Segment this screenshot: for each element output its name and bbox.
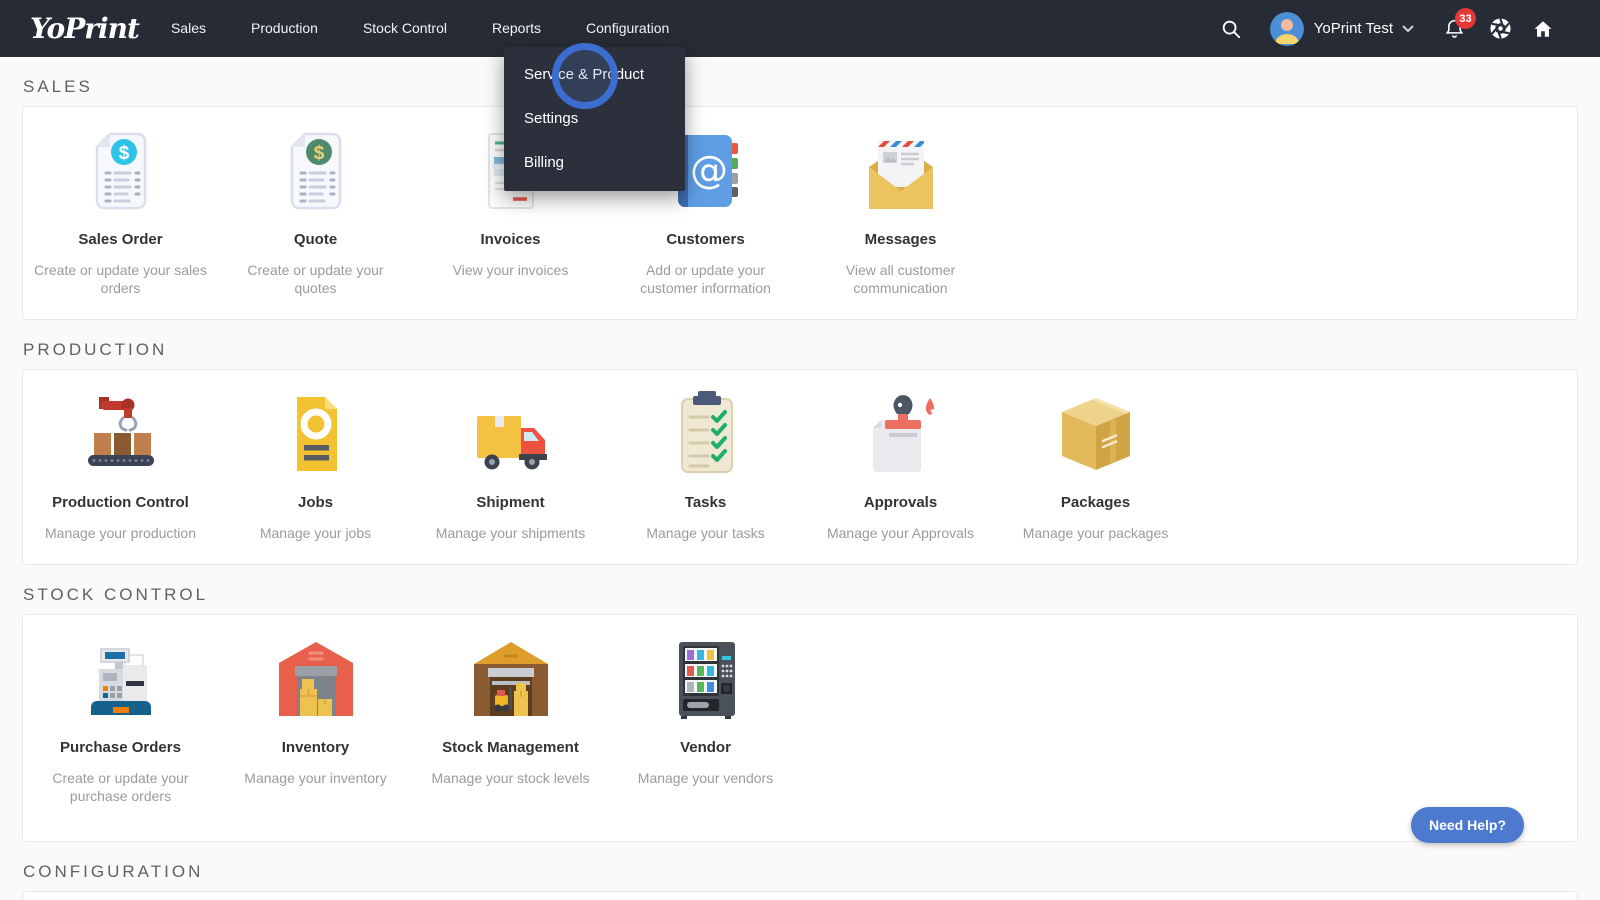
svg-text:$: $ [118, 143, 129, 164]
tile-messages[interactable]: Messages View all customer communication [803, 121, 998, 297]
tile-stock-management[interactable]: Stock Management Manage your stock level… [413, 629, 608, 805]
chevron-down-icon[interactable] [1402, 25, 1414, 33]
nav-right-group: YoPrint Test 33 [1220, 8, 1554, 46]
tile-desc: Manage your tasks [646, 525, 765, 541]
svg-text:$: $ [313, 143, 324, 164]
messages-icon [851, 121, 951, 221]
tile-title: Invoices [480, 231, 541, 248]
tile-jobs[interactable]: Jobs Manage your jobs [218, 384, 413, 542]
tile-purchase-orders[interactable]: Purchase Orders Create or update your pu… [23, 629, 218, 805]
tile-desc: Manage your vendors [637, 770, 774, 786]
tile-sales-order[interactable]: $ Sales Order Create or update your sale… [23, 121, 218, 297]
sales-card: $ Sales Order Create or update your sale… [22, 106, 1578, 320]
tile-shipment[interactable]: Shipment Manage your shipments [413, 384, 608, 542]
yoprint-logo[interactable]: YoPrint [30, 12, 140, 45]
tasks-icon [656, 384, 756, 484]
tile-desc: View your invoices [452, 262, 569, 278]
need-help-button[interactable]: Need Help? [1410, 807, 1524, 843]
tile-tasks[interactable]: Tasks Manage your tasks [608, 384, 803, 542]
tile-inventory[interactable]: Inventory Manage your inventory [218, 629, 413, 805]
sales-order-icon: $ [71, 121, 171, 221]
section-title-production: PRODUCTION [23, 340, 168, 359]
search-icon[interactable] [1220, 18, 1242, 40]
tile-title: Quote [293, 231, 338, 248]
user-name[interactable]: YoPrint Test [1314, 20, 1393, 37]
notification-badge: 33 [1455, 8, 1476, 29]
tile-title: Messages [864, 231, 937, 248]
tile-title: Production Control [52, 494, 189, 511]
configuration-dropdown: Service & Product Settings Billing [504, 47, 685, 191]
tile-title: Tasks [684, 494, 727, 511]
tile-packages[interactable]: Packages Manage your packages [998, 384, 1193, 542]
tile-title: Sales Order [78, 231, 163, 248]
tile-desc: Manage your stock levels [431, 770, 590, 786]
tile-desc: Manage your shipments [435, 525, 586, 541]
tile-title: Customers [666, 231, 745, 248]
tile-desc: Create or update your purchase orders [52, 770, 189, 804]
production-card: Production Control Manage your productio… [22, 369, 1578, 565]
aperture-icon[interactable] [1489, 17, 1512, 40]
tile-vendor[interactable]: Vendor Manage your vendors [608, 629, 803, 805]
tile-desc: Add or update your customer information [640, 262, 771, 296]
tile-approvals[interactable]: Approvals Manage your Approvals [803, 384, 998, 542]
stock-management-icon [461, 629, 561, 729]
dashboard: SALES $ Sales Order Create or update you… [0, 77, 1600, 900]
quote-icon: $ [266, 121, 366, 221]
shipment-icon [461, 384, 561, 484]
section-title-stock-control: STOCK CONTROL [23, 585, 209, 604]
approvals-icon [851, 384, 951, 484]
top-nav: YoPrint Sales Production Stock Control R… [0, 0, 1600, 57]
nav-item-stock-control[interactable]: Stock Control [363, 0, 447, 57]
packages-icon [1046, 384, 1146, 484]
tile-desc: Create or update your quotes [247, 262, 384, 296]
tile-title: Jobs [297, 494, 333, 511]
stock-control-card: Purchase Orders Create or update your pu… [22, 614, 1578, 842]
tile-title: Vendor [680, 739, 731, 756]
inventory-icon [266, 629, 366, 729]
menu-item-billing[interactable]: Billing [504, 141, 685, 185]
configuration-card [22, 891, 1578, 900]
home-icon[interactable] [1532, 18, 1554, 40]
tile-desc: Manage your jobs [259, 525, 372, 541]
jobs-icon [266, 384, 366, 484]
vendor-icon [656, 629, 756, 729]
nav-item-production[interactable]: Production [251, 0, 318, 57]
tile-title: Purchase Orders [60, 739, 181, 756]
tile-production-control[interactable]: Production Control Manage your productio… [23, 384, 218, 542]
tile-title: Packages [1060, 494, 1131, 511]
tile-desc: View all customer communication [845, 262, 956, 296]
tile-desc: Manage your production [45, 525, 196, 541]
tile-title: Inventory [281, 739, 350, 756]
tile-title: Shipment [476, 494, 545, 511]
purchase-orders-icon [71, 629, 171, 729]
section-title-sales: SALES [23, 77, 93, 96]
tile-title: Approvals [863, 494, 938, 511]
menu-item-service-product[interactable]: Service & Product [504, 53, 685, 97]
avatar[interactable] [1269, 11, 1304, 46]
nav-item-sales[interactable]: Sales [171, 0, 206, 57]
svg-text:@: @ [690, 148, 728, 192]
production-control-icon [71, 384, 171, 484]
menu-item-settings[interactable]: Settings [504, 97, 685, 141]
section-title-configuration: CONFIGURATION [23, 862, 204, 881]
tile-quote[interactable]: $ Quote Create or update your quotes [218, 121, 413, 297]
tile-title: Stock Management [442, 739, 579, 756]
tile-desc: Manage your packages [1022, 525, 1169, 541]
tile-desc: Create or update your sales orders [34, 262, 207, 296]
tile-desc: Manage your Approvals [826, 525, 975, 541]
notifications-button[interactable]: 33 [1444, 8, 1476, 39]
tile-desc: Manage your inventory [244, 770, 387, 786]
